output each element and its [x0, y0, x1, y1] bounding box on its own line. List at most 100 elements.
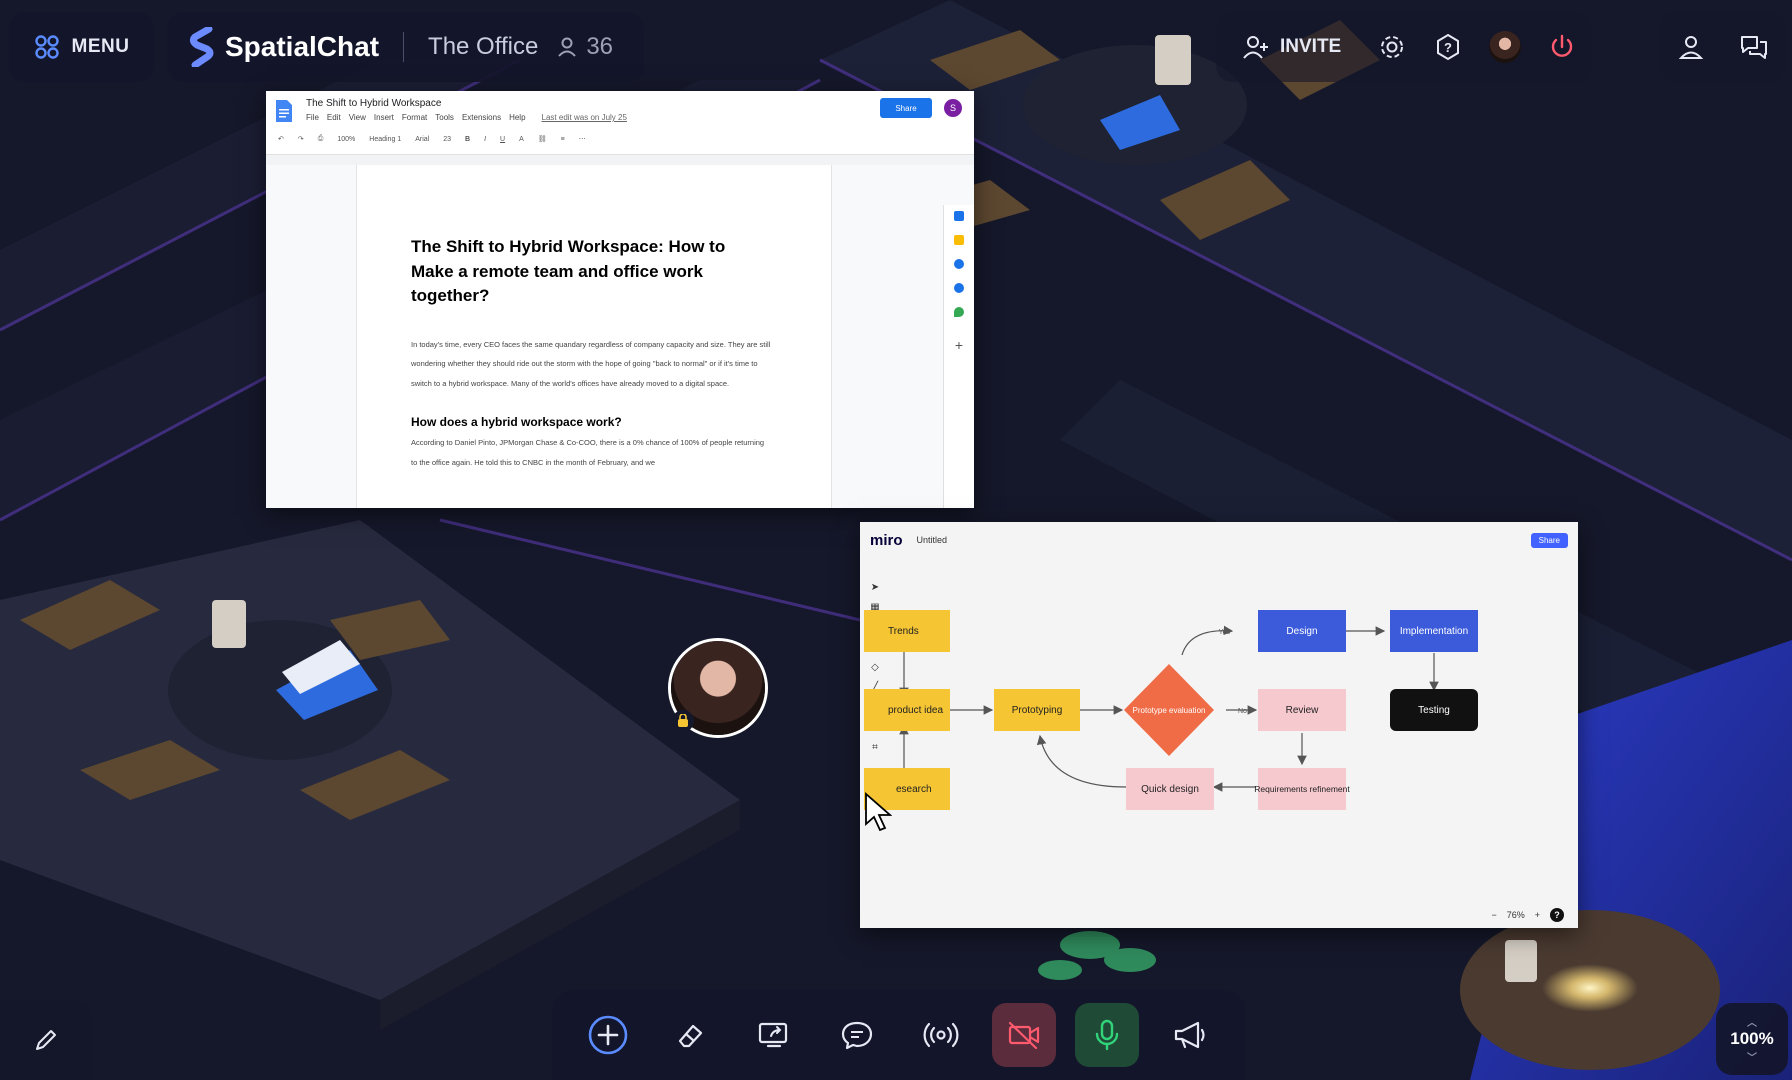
docs-logo-icon: [276, 100, 292, 122]
miro-share-button[interactable]: Share: [1530, 532, 1568, 548]
node-testing[interactable]: Testing: [1390, 689, 1478, 731]
zoom-select[interactable]: 100%: [337, 136, 355, 143]
chat-panel-button[interactable]: [1739, 33, 1769, 61]
zoom-in-icon[interactable]: +: [1535, 910, 1540, 920]
maps-icon[interactable]: [954, 307, 964, 317]
menu-file[interactable]: File: [306, 113, 319, 122]
invite-button[interactable]: INVITE: [1232, 33, 1351, 61]
undo-icon[interactable]: ↶: [278, 135, 284, 143]
settings-icon: [1381, 36, 1404, 58]
italic-icon[interactable]: I: [484, 136, 486, 143]
draw-mode-button[interactable]: [0, 1000, 92, 1080]
leave-button[interactable]: [1548, 33, 1576, 61]
help-button[interactable]: ?: [1434, 33, 1462, 61]
more-icon[interactable]: ⋯: [579, 135, 586, 143]
tasks-icon[interactable]: [954, 259, 964, 269]
menu-insert[interactable]: Insert: [374, 113, 394, 122]
node-prototype-evaluation[interactable]: Prototype evaluation: [1124, 664, 1214, 756]
add-icon: [588, 1015, 627, 1055]
room-name[interactable]: The Office: [428, 33, 538, 61]
zoom-out-icon[interactable]: −: [1491, 910, 1496, 920]
microphone-toggle-button[interactable]: [1075, 1003, 1140, 1067]
camera-off-icon: [1008, 1021, 1039, 1050]
add-content-button[interactable]: [576, 1003, 640, 1067]
zoom-indicator[interactable]: ︿ 100% ﹀: [1716, 1003, 1788, 1075]
user-icon: [558, 37, 577, 57]
microphone-icon: [1095, 1019, 1119, 1051]
redo-icon[interactable]: ↷: [298, 135, 304, 143]
node-trends[interactable]: Trends: [864, 610, 950, 652]
menu-tools[interactable]: Tools: [435, 113, 454, 122]
menu-button[interactable]: MENU: [9, 12, 154, 82]
node-requirements-refinement-label: Requirements refinement: [1254, 784, 1350, 794]
participants-button[interactable]: [1677, 33, 1705, 61]
spatialchat-logo-icon: [189, 27, 214, 67]
calendar-icon[interactable]: [954, 211, 964, 221]
node-research-label: esearch: [896, 784, 932, 795]
menu-edit[interactable]: Edit: [327, 113, 341, 122]
node-design[interactable]: Design: [1258, 610, 1346, 652]
menu-help[interactable]: Help: [509, 113, 525, 122]
board-name[interactable]: Untitled: [917, 535, 948, 545]
broadcast-button[interactable]: [909, 1003, 973, 1067]
miro-share-label: Share: [1538, 535, 1560, 545]
underline-icon[interactable]: U: [500, 136, 505, 143]
bold-icon[interactable]: B: [465, 136, 470, 143]
node-implementation[interactable]: Implementation: [1390, 610, 1478, 652]
keep-icon[interactable]: [954, 235, 964, 245]
google-docs-screen-share[interactable]: The Shift to Hybrid Workspace File Edit …: [266, 91, 974, 508]
node-design-label: Design: [1286, 626, 1317, 637]
miro-board-screen-share[interactable]: miro Untitled Share ➤ ▦ T ◱ ◇ ╱ ✎ ▭ ⌗: [860, 522, 1578, 928]
print-icon[interactable]: ⎙: [318, 135, 324, 143]
node-prototyping[interactable]: Prototyping: [994, 689, 1080, 731]
eraser-icon: [678, 1024, 702, 1048]
miro-logo: miro: [870, 531, 903, 549]
chat-button[interactable]: [825, 1003, 889, 1067]
menu-format[interactable]: Format: [402, 113, 427, 122]
invite-icon: [1243, 36, 1268, 59]
miro-flowchart: Yes No Trends product idea esearch Proto…: [864, 610, 1478, 810]
brand-room-bar: SpatialChat The Office 36: [167, 12, 644, 82]
node-review-label: Review: [1286, 705, 1320, 716]
menu-view[interactable]: View: [349, 113, 366, 122]
chevron-down-icon[interactable]: ﹀: [1747, 1049, 1757, 1064]
font-size-input[interactable]: 23: [443, 136, 451, 143]
megaphone-button[interactable]: [1158, 1003, 1222, 1067]
own-avatar-button[interactable]: [1488, 31, 1521, 63]
chevron-up-icon[interactable]: ︿: [1747, 1014, 1757, 1029]
screen-share-button[interactable]: [742, 1003, 806, 1067]
text-color-icon[interactable]: A: [519, 136, 524, 143]
style-select[interactable]: Heading 1: [369, 136, 401, 143]
settings-button[interactable]: [1378, 33, 1406, 61]
last-edit-link[interactable]: Last edit was on July 25: [542, 113, 627, 122]
docs-share-button[interactable]: Share: [880, 98, 932, 118]
help-icon: ?: [1436, 33, 1459, 61]
node-requirements-refinement[interactable]: Requirements refinement: [1254, 768, 1350, 810]
miro-top-bar: miro Untitled Share: [860, 522, 1578, 558]
menu-extensions[interactable]: Extensions: [462, 113, 501, 122]
doc-intro-paragraph: In today's time, every CEO faces the sam…: [411, 339, 771, 388]
doc-subheading: How does a hybrid workspace work?: [411, 415, 622, 430]
node-quick-design[interactable]: Quick design: [1126, 768, 1214, 810]
docs-toolbar: ↶ ↷ ⎙ 100% Heading 1 Arial 23 B I U A ⛓ …: [278, 131, 934, 147]
power-icon: [1551, 34, 1573, 57]
node-review[interactable]: Review: [1258, 689, 1346, 731]
participant-count: 36: [586, 33, 614, 60]
miro-help-button[interactable]: ?: [1550, 908, 1564, 922]
miro-zoom-controls: − 76% + ?: [1491, 908, 1564, 922]
node-implementation-label: Implementation: [1400, 626, 1468, 637]
docs-user-avatar[interactable]: S: [944, 99, 962, 117]
docs-canvas: The Shift to Hybrid Workspace: How to Ma…: [266, 165, 974, 508]
eraser-button[interactable]: [659, 1003, 723, 1067]
contacts-icon[interactable]: [954, 283, 964, 293]
align-icon[interactable]: ≡: [561, 136, 565, 143]
add-addon-icon[interactable]: +: [944, 337, 974, 353]
divider: [403, 32, 405, 62]
link-icon[interactable]: ⛓: [538, 135, 547, 143]
node-product-idea[interactable]: product idea: [864, 689, 950, 731]
doc-title[interactable]: The Shift to Hybrid Workspace: [306, 98, 441, 109]
camera-toggle-button[interactable]: [991, 1003, 1056, 1067]
edge-label-yes: Yes: [1219, 629, 1231, 636]
docs-page[interactable]: The Shift to Hybrid Workspace: How to Ma…: [356, 165, 832, 508]
font-select[interactable]: Arial: [415, 136, 429, 143]
